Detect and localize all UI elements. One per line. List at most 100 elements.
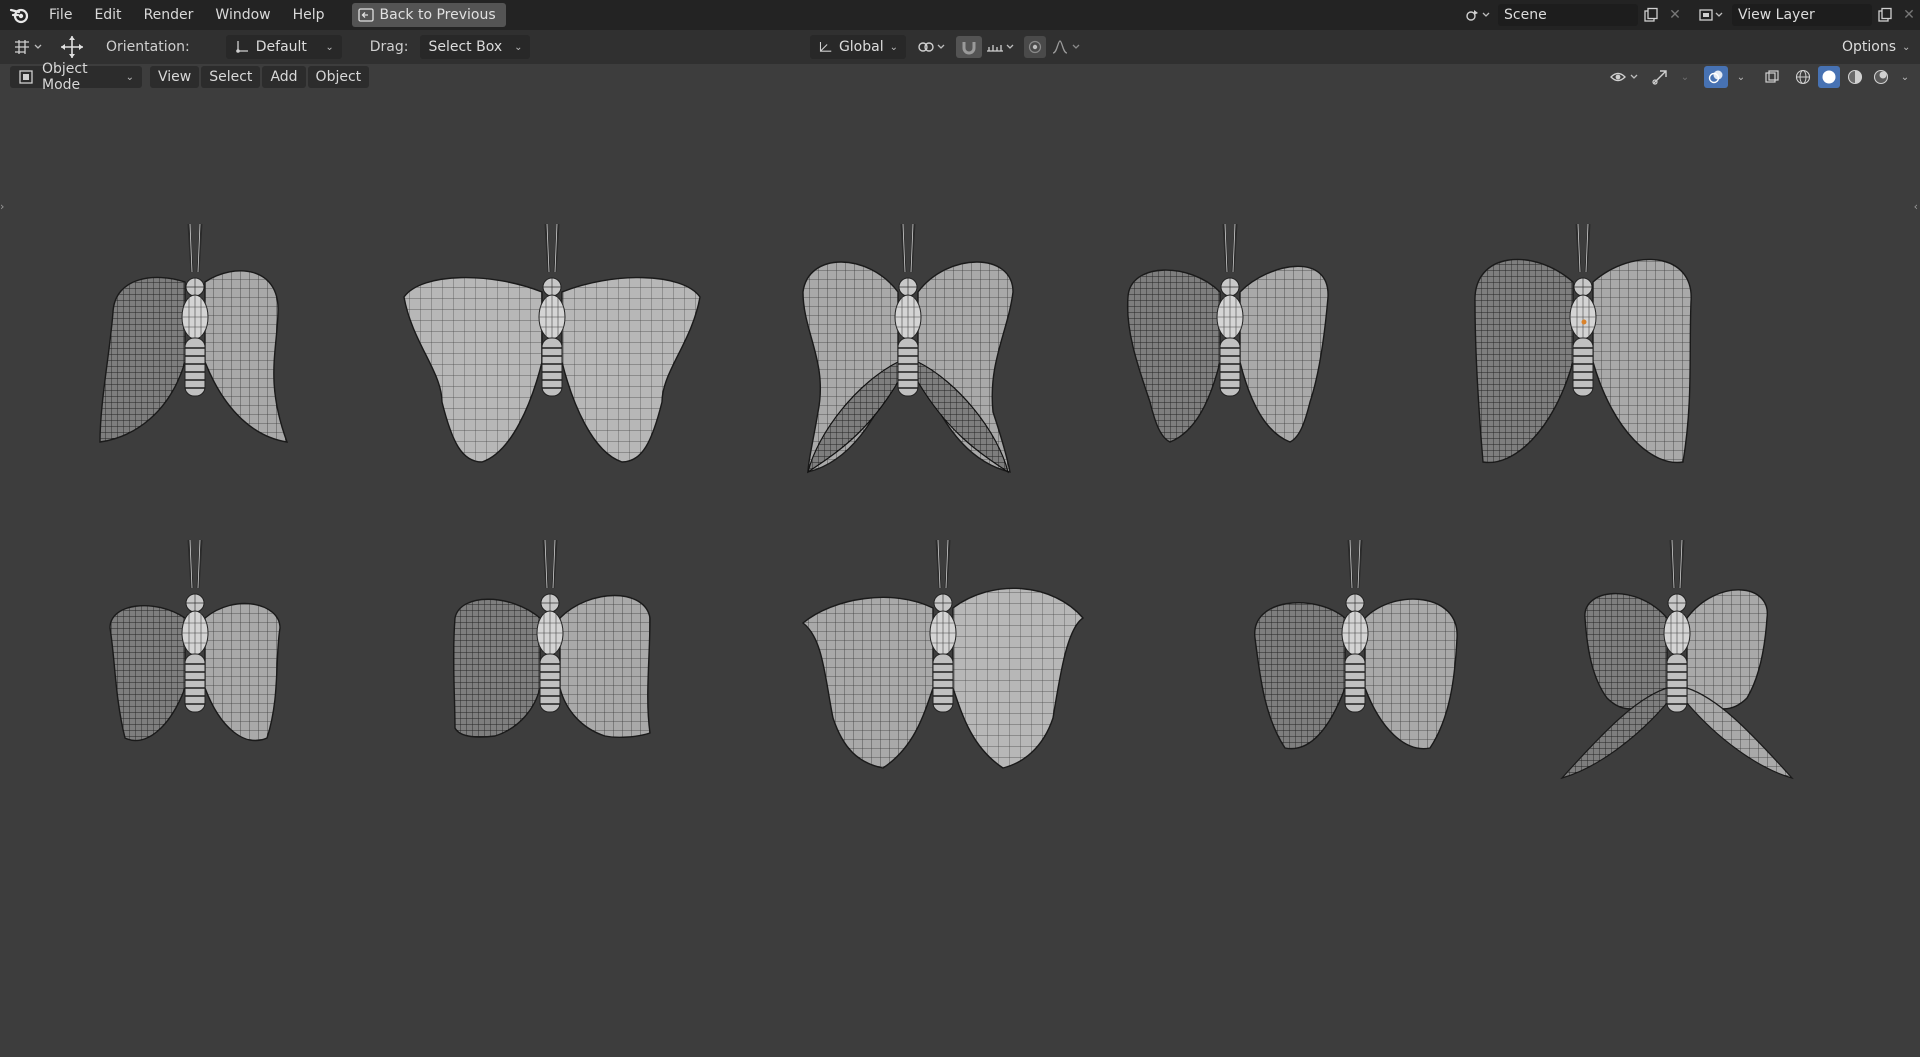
- orientation-dropdown[interactable]: Default ⌄: [225, 35, 342, 59]
- delete-view-layer-button[interactable]: ✕: [1898, 4, 1920, 26]
- header-menu-view[interactable]: View: [150, 66, 200, 88]
- chevron-down-icon: ⌄: [889, 41, 898, 53]
- shading-options-button[interactable]: ⌄: [1896, 66, 1914, 88]
- view-layer-name-field[interactable]: View Layer: [1732, 4, 1872, 26]
- butterfly-2: [403, 222, 701, 463]
- top-bar: File Edit Render Window Help Back to Pre…: [0, 0, 1920, 30]
- transform-orientation-value: Global: [838, 39, 884, 55]
- viewport-canvas: [99, 222, 1794, 780]
- menu-window[interactable]: Window: [204, 0, 281, 30]
- visibility-selectability-button[interactable]: [1608, 66, 1644, 88]
- editor-type-button[interactable]: [6, 36, 50, 58]
- pivot-point-button[interactable]: [914, 36, 950, 58]
- shading-wireframe-button[interactable]: [1792, 66, 1814, 88]
- shading-rendered-button[interactable]: [1870, 66, 1892, 88]
- transform-orientation-icon: [819, 42, 832, 52]
- gizmo-options-button[interactable]: ⌄: [1676, 66, 1694, 88]
- butterfly-3: [802, 222, 1014, 474]
- delete-scene-button[interactable]: ✕: [1664, 4, 1686, 26]
- chevron-down-icon: ⌄: [1680, 71, 1690, 83]
- drag-value: Select Box: [428, 39, 503, 55]
- new-scene-button[interactable]: [1638, 4, 1664, 26]
- falloff-curve-icon: [1052, 40, 1080, 54]
- rendered-sphere-icon: [1873, 69, 1889, 85]
- overlays-options-button[interactable]: ⌄: [1732, 66, 1750, 88]
- menu-file[interactable]: File: [38, 0, 83, 30]
- shading-material-button[interactable]: [1844, 66, 1866, 88]
- transform-orientation-dropdown[interactable]: Global ⌄: [810, 35, 906, 59]
- chevron-down-icon: ⌄: [325, 41, 334, 53]
- pivot-point-icon: [918, 42, 945, 52]
- solid-sphere-icon: [1822, 70, 1836, 84]
- xray-icon: [1765, 70, 1779, 83]
- scene-name-field[interactable]: Scene: [1498, 4, 1638, 26]
- butterfly-10: [1560, 538, 1794, 780]
- gizmo-toggle-button[interactable]: [1648, 66, 1672, 88]
- viewport-header-right: ⌄ ⌄ ⌄: [1608, 66, 1914, 88]
- menu-help[interactable]: Help: [282, 0, 336, 30]
- butterfly-8: [801, 538, 1085, 769]
- header-menu-select[interactable]: Select: [201, 66, 261, 88]
- gizmo-icon: [1652, 70, 1667, 85]
- chevron-down-icon: ⌄: [1900, 71, 1910, 83]
- proportional-falloff-button[interactable]: [1050, 36, 1084, 58]
- scene-icon: [1466, 10, 1490, 21]
- header-menu-add[interactable]: Add: [262, 66, 306, 88]
- blender-logo-icon[interactable]: [0, 0, 38, 30]
- scene-name: Scene: [1504, 7, 1547, 23]
- menu-render[interactable]: Render: [133, 0, 205, 30]
- butterfly-9: [1254, 538, 1458, 750]
- overlays-icon: [1708, 70, 1723, 84]
- 3d-viewport[interactable]: › ‹: [0, 90, 1920, 1057]
- magnet-icon: [962, 42, 976, 55]
- proportional-editing-button[interactable]: [1024, 36, 1046, 58]
- butterfly-1: [99, 222, 289, 443]
- overlays-toggle-button[interactable]: [1704, 66, 1728, 88]
- object-mode-icon: [19, 70, 33, 84]
- orientation-icon: [235, 41, 248, 53]
- move-tool-icon[interactable]: [56, 36, 88, 58]
- scene-selector-button[interactable]: [1458, 4, 1498, 26]
- orientation-label: Orientation:: [106, 39, 190, 55]
- drag-dropdown[interactable]: Select Box ⌄: [420, 35, 531, 59]
- tool-settings-bar: Orientation: Default ⌄ Drag: Select Box …: [0, 30, 1920, 64]
- back-icon: [357, 8, 374, 22]
- menu-edit[interactable]: Edit: [83, 0, 132, 30]
- header-menu-object[interactable]: Object: [307, 66, 370, 88]
- mode-dropdown[interactable]: Object Mode ⌄: [10, 61, 142, 93]
- snap-toggle-button[interactable]: [956, 36, 982, 58]
- view-layer-selector-button[interactable]: [1692, 4, 1732, 26]
- options-label: Options: [1842, 39, 1897, 55]
- butterfly-7: [452, 538, 651, 738]
- shading-solid-button[interactable]: [1818, 66, 1840, 88]
- butterfly-5: [1474, 222, 1692, 464]
- viewport-header: Object Mode ⌄ View Select Add Object ⌄ ⌄: [0, 61, 1920, 93]
- drag-label: Drag:: [369, 39, 409, 55]
- xray-toggle-button[interactable]: [1760, 66, 1784, 88]
- editor-type-icon: [15, 40, 42, 54]
- view-layer-name: View Layer: [1738, 7, 1815, 23]
- copy-icon: [1644, 7, 1658, 22]
- chevron-down-icon: ⌄: [1902, 41, 1911, 53]
- copy-icon: [1878, 7, 1892, 22]
- material-sphere-icon: [1847, 69, 1863, 85]
- back-to-previous-label: Back to Previous: [379, 7, 496, 23]
- chevron-down-icon: ⌄: [1736, 71, 1746, 83]
- butterfly-4: [1126, 222, 1329, 443]
- top-right-controls: Scene ✕ View Layer ✕: [1458, 0, 1920, 30]
- eye-icon: [1610, 72, 1638, 82]
- chevron-down-icon: ⌄: [514, 41, 523, 53]
- snap-increment-icon: [987, 44, 1014, 52]
- view-layer-icon: [1699, 9, 1723, 21]
- close-icon: ✕: [1669, 7, 1681, 23]
- options-dropdown[interactable]: Options ⌄: [1834, 35, 1914, 59]
- wireframe-sphere-icon: [1795, 69, 1811, 85]
- orientation-value: Default: [255, 39, 307, 55]
- butterfly-6: [109, 538, 281, 742]
- proportional-editing-icon: [1028, 40, 1042, 54]
- mode-value: Object Mode: [42, 61, 88, 93]
- snap-target-button[interactable]: [984, 36, 1018, 58]
- chevron-down-icon: ⌄: [125, 71, 134, 83]
- back-to-previous-button[interactable]: Back to Previous: [351, 3, 506, 27]
- new-view-layer-button[interactable]: [1872, 4, 1898, 26]
